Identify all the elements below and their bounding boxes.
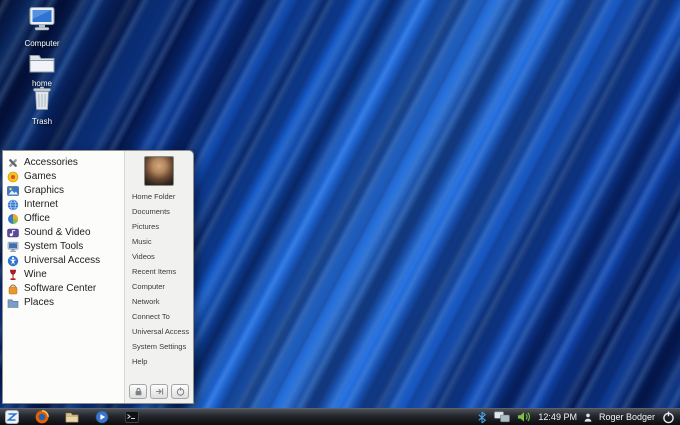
- desktop-background: Computer home Trash Accessories Games Gr…: [0, 0, 680, 425]
- desktop-icon-label: Trash: [31, 117, 53, 126]
- menu-category-label: Office: [24, 213, 50, 224]
- clock[interactable]: 12:49 PM: [538, 412, 577, 422]
- user-avatar: [144, 156, 174, 186]
- menu-category-games[interactable]: Games: [3, 170, 124, 183]
- computer-icon: [27, 6, 57, 38]
- universal-access-icon: [7, 255, 19, 267]
- username[interactable]: Roger Bodger: [599, 412, 655, 422]
- desktop-icon-computer[interactable]: Computer: [16, 6, 68, 48]
- menu-category-software-center[interactable]: Software Center: [3, 282, 124, 295]
- file-manager-launcher[interactable]: [65, 410, 79, 424]
- menu-category-label: Wine: [24, 269, 47, 280]
- menu-category-accessories[interactable]: Accessories: [3, 156, 124, 169]
- place-videos[interactable]: Videos: [125, 249, 193, 264]
- place-help[interactable]: Help: [125, 354, 193, 369]
- games-icon: [7, 171, 19, 183]
- menu-category-wine[interactable]: Wine: [3, 268, 124, 281]
- place-universal-access[interactable]: Universal Access: [125, 324, 193, 339]
- internet-icon: [7, 198, 19, 211]
- home-folder-icon: [29, 52, 55, 78]
- menu-category-label: Places: [24, 297, 55, 308]
- place-computer[interactable]: Computer: [125, 279, 193, 294]
- menu-category-label: Internet: [24, 199, 58, 210]
- lock-icon: [135, 388, 141, 396]
- places-icon: [7, 297, 19, 309]
- graphics-icon: [7, 185, 19, 197]
- place-network[interactable]: Network: [125, 294, 193, 309]
- menu-category-office[interactable]: Office: [3, 212, 124, 225]
- system-tools-icon: [7, 241, 19, 253]
- lock-button[interactable]: [129, 384, 147, 399]
- place-connect-to[interactable]: Connect To: [125, 309, 193, 324]
- menu-category-label: Sound & Video: [24, 227, 91, 238]
- terminal-launcher[interactable]: [125, 410, 139, 424]
- volume-icon[interactable]: [517, 411, 531, 423]
- menu-category-label: Accessories: [24, 157, 78, 168]
- menu-category-places[interactable]: Places: [3, 296, 124, 309]
- menu-category-system-tools[interactable]: System Tools: [3, 240, 124, 253]
- wine-icon: [7, 269, 19, 281]
- logout-icon: [155, 388, 163, 395]
- menu-category-label: Universal Access: [24, 255, 101, 266]
- session-buttons: [129, 384, 189, 399]
- taskbar: 12:49 PM Roger Bodger: [0, 408, 680, 425]
- taskbar-launchers: [5, 410, 139, 424]
- logout-button[interactable]: [150, 384, 168, 399]
- shutdown-button[interactable]: [171, 384, 189, 399]
- media-player-icon: [95, 410, 109, 424]
- menu-category-internet[interactable]: Internet: [3, 198, 124, 211]
- menu-category-label: Graphics: [24, 185, 65, 196]
- app-menu-places: Home Folder Documents Pictures Music Vid…: [124, 151, 193, 403]
- menu-category-label: System Tools: [24, 241, 84, 252]
- file-manager-icon: [65, 412, 79, 423]
- menu-category-universal-access[interactable]: Universal Access: [3, 254, 124, 267]
- shutdown-icon: [176, 387, 184, 396]
- app-menu: Accessories Games Graphics Internet Offi…: [2, 150, 194, 404]
- accessories-icon: [7, 157, 19, 169]
- media-player-launcher[interactable]: [95, 410, 109, 424]
- bluetooth-icon[interactable]: [477, 411, 487, 424]
- sound-video-icon: [7, 227, 19, 239]
- menu-category-label: Software Center: [24, 283, 97, 294]
- menu-category-sound-video[interactable]: Sound & Video: [3, 226, 124, 239]
- place-pictures[interactable]: Pictures: [125, 219, 193, 234]
- start-menu-icon: [5, 410, 19, 424]
- firefox-icon: [35, 410, 49, 424]
- software-center-icon: [7, 283, 19, 295]
- menu-category-label: Games: [24, 171, 57, 182]
- user-icon: [584, 413, 592, 422]
- desktop-icon-home[interactable]: home: [16, 52, 68, 88]
- start-menu-button[interactable]: [5, 410, 19, 424]
- place-documents[interactable]: Documents: [125, 204, 193, 219]
- firefox-launcher[interactable]: [35, 410, 49, 424]
- place-recent-items[interactable]: Recent Items: [125, 264, 193, 279]
- power-button[interactable]: [662, 411, 675, 424]
- place-music[interactable]: Music: [125, 234, 193, 249]
- network-icon[interactable]: [494, 411, 511, 423]
- terminal-icon: [125, 411, 139, 423]
- trash-icon: [32, 86, 52, 116]
- power-icon: [663, 411, 674, 423]
- system-tray: 12:49 PM Roger Bodger: [477, 411, 675, 424]
- desktop-icon-label: Computer: [24, 39, 60, 48]
- menu-category-graphics[interactable]: Graphics: [3, 184, 124, 197]
- app-menu-categories: Accessories Games Graphics Internet Offi…: [3, 151, 124, 403]
- place-system-settings[interactable]: System Settings: [125, 339, 193, 354]
- desktop-icon-trash[interactable]: Trash: [16, 86, 68, 126]
- place-home-folder[interactable]: Home Folder: [125, 189, 193, 204]
- office-icon: [7, 213, 19, 225]
